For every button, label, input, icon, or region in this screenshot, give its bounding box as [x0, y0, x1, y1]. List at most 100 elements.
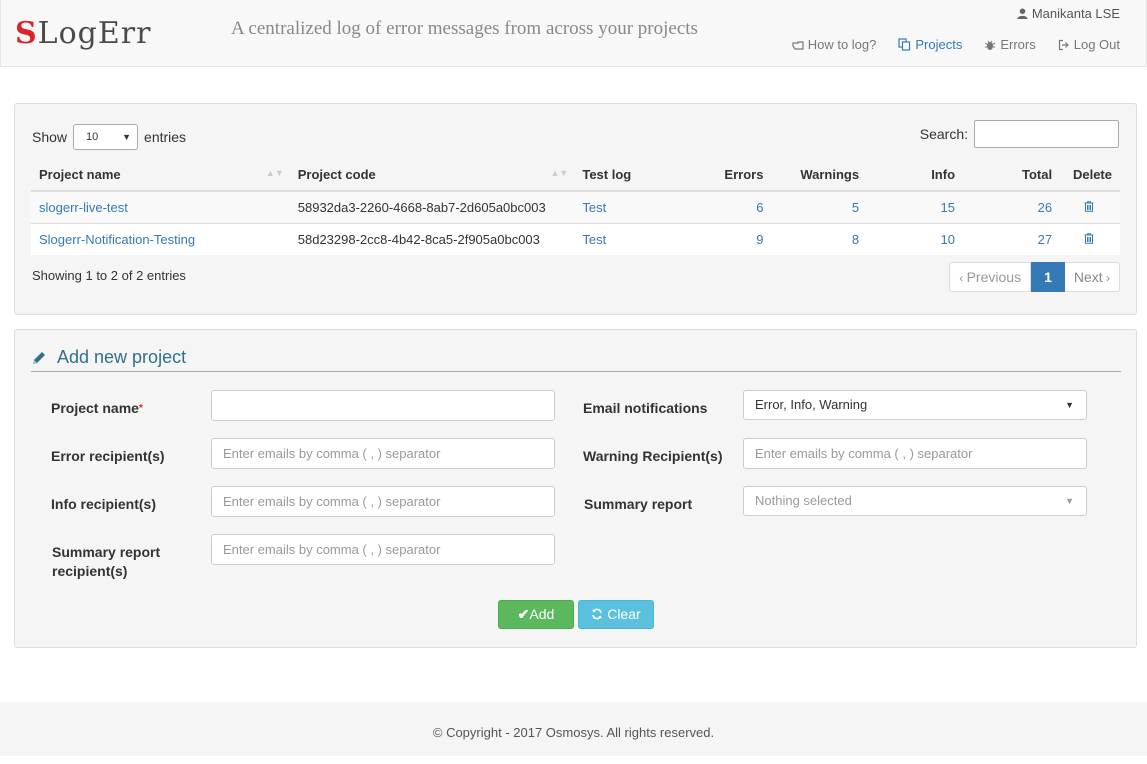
col-project-name[interactable]: Project name ▲▼ — [31, 158, 290, 192]
col-warnings-label: Warnings — [800, 166, 860, 182]
project-name-link[interactable]: Slogerr-Notification-Testing — [39, 232, 195, 247]
info-count-link[interactable]: 15 — [941, 200, 955, 215]
search-label: Search: — [919, 126, 968, 142]
col-errors-label: Errors — [724, 166, 764, 182]
top-navbar: SLogErr A centralized log of error messa… — [0, 0, 1147, 67]
nav-errors[interactable]: Errors — [984, 37, 1036, 52]
nav-logout[interactable]: Log Out — [1058, 37, 1120, 52]
nav-errors-label: Errors — [1000, 37, 1036, 52]
project-name-link[interactable]: slogerr-live-test — [39, 200, 128, 215]
table-row: Slogerr-Notification-Testing 58d23298-2c… — [31, 223, 1120, 255]
project-name-label-text: Project name — [51, 400, 139, 416]
show-label: Show — [32, 129, 68, 145]
col-warnings[interactable]: Warnings — [771, 158, 868, 192]
summary-recipients-label-line2: recipient(s) — [52, 563, 128, 579]
nav-how-to-log-label: How to log? — [807, 37, 877, 52]
info-count-link[interactable]: 10 — [941, 232, 955, 247]
pencil-icon — [33, 352, 45, 364]
warning-recipients-input[interactable]: Enter emails by comma ( , ) separator — [743, 438, 1087, 469]
sort-icon: ▲▼ — [550, 168, 569, 178]
email-notifications-value: Error, Info, Warning — [755, 397, 868, 412]
total-count-link[interactable]: 27 — [1038, 232, 1052, 247]
nav-projects[interactable]: Projects — [898, 37, 962, 52]
trash-icon[interactable] — [1084, 201, 1094, 212]
warnings-count-link[interactable]: 8 — [852, 232, 859, 247]
col-delete-label: Delete — [1072, 166, 1112, 182]
previous-button[interactable]: ‹ Previous — [949, 262, 1032, 292]
add-button-label: Add — [529, 606, 555, 622]
project-name-label: Project name* — [51, 399, 143, 418]
trash-icon[interactable] — [1084, 233, 1094, 244]
entries-label: entries — [144, 129, 187, 145]
col-errors[interactable]: Errors — [664, 158, 772, 192]
col-project-code-label: Project code — [297, 166, 376, 182]
page-length-value: 10 — [86, 131, 99, 143]
nav-how-to-log[interactable]: How to log? — [792, 37, 877, 52]
info-recipients-input[interactable]: Enter emails by comma ( , ) separator — [211, 486, 555, 517]
summary-report-select[interactable]: Nothing selected ▼ — [743, 486, 1087, 516]
logo-text: LogErr — [37, 16, 152, 51]
page-length-control: Show 10 ▼ entries — [32, 124, 186, 150]
copyright-text: © Copyright - 2017 Osmosys. All rights r… — [432, 725, 715, 740]
previous-label: Previous — [966, 269, 1022, 285]
page-1-button[interactable]: 1 — [1031, 262, 1065, 292]
project-code: 58932da3-2260-4668-8ab7-2d605a0bc003 — [289, 190, 575, 224]
main-nav: How to log? Projects Errors Log Out — [770, 37, 1120, 52]
tagline: A centralized log of error messages from… — [231, 18, 698, 39]
panel-title: Add new project — [31, 347, 1121, 372]
email-notifications-select[interactable]: Error, Info, Warning ▼ — [743, 390, 1087, 420]
test-log-link[interactable]: Test — [582, 232, 606, 247]
col-total[interactable]: Total — [963, 158, 1061, 192]
clear-button[interactable]: Clear — [578, 600, 654, 629]
col-delete: Delete — [1060, 158, 1120, 192]
summary-recipients-input[interactable]: Enter emails by comma ( , ) separator — [211, 534, 555, 565]
col-project-code[interactable]: Project code ▲▼ — [289, 158, 575, 192]
bug-icon — [985, 40, 996, 50]
footer: © Copyright - 2017 Osmosys. All rights r… — [0, 702, 1147, 756]
sort-icon: ▲▼ — [265, 168, 284, 178]
test-log-link[interactable]: Test — [582, 200, 606, 215]
warnings-count-link[interactable]: 5 — [852, 200, 859, 215]
summary-report-label: Summary report — [584, 496, 693, 512]
col-project-name-label: Project name — [39, 166, 121, 182]
next-label: Next — [1073, 269, 1103, 285]
pagination: ‹ Previous 1 Next › — [949, 262, 1120, 292]
email-notifications-label: Email notifications — [583, 400, 708, 416]
error-recipients-input[interactable]: Enter emails by comma ( , ) separator — [211, 438, 555, 469]
project-name-input[interactable] — [211, 390, 555, 421]
table-row: slogerr-live-test 58932da3-2260-4668-8ab… — [31, 190, 1120, 224]
summary-report-value: Nothing selected — [755, 493, 852, 508]
errors-count-link[interactable]: 6 — [756, 200, 763, 215]
nav-projects-label: Projects — [915, 37, 963, 52]
warning-recipients-label: Warning Recipient(s) — [583, 448, 723, 464]
required-mark: * — [138, 403, 143, 414]
summary-recipients-label: Summary report recipient(s) — [52, 543, 160, 581]
col-total-label: Total — [1021, 166, 1053, 182]
user-icon — [1017, 8, 1028, 19]
errors-count-link[interactable]: 9 — [756, 232, 763, 247]
page-length-select[interactable]: 10 ▼ — [73, 124, 139, 150]
panel-title-text: Add new project — [57, 347, 187, 367]
chevron-down-icon: ▼ — [1065, 400, 1074, 410]
table-header-row: Project name ▲▼ Project code ▲▼ Test log E… — [31, 158, 1120, 192]
projects-table-panel: Show 10 ▼ entries Search: Project name ▲▼… — [14, 103, 1137, 315]
total-count-link[interactable]: 26 — [1038, 200, 1052, 215]
info-recipients-label: Info recipient(s) — [51, 496, 157, 512]
next-button[interactable]: Next › — [1064, 262, 1120, 292]
refresh-icon — [592, 608, 603, 620]
copy-icon — [898, 38, 911, 51]
add-button[interactable]: ✔Add — [498, 600, 574, 629]
sign-out-icon — [1058, 39, 1069, 50]
hand-pointer-icon — [792, 40, 804, 50]
summary-recipients-label-line1: Summary report — [52, 544, 161, 560]
table-info: Showing 1 to 2 of 2 entries — [32, 268, 186, 283]
col-info-label: Info — [931, 166, 956, 182]
user-menu[interactable]: Manikanta LSE — [1017, 6, 1120, 21]
project-code: 58d23298-2cc8-4b42-8ca5-2f905a0bc003 — [289, 223, 575, 255]
table-search: Search: — [920, 120, 1119, 148]
app-logo[interactable]: SLogErr — [15, 16, 151, 52]
search-input[interactable] — [974, 120, 1119, 148]
clear-button-label: Clear — [607, 606, 641, 622]
col-info[interactable]: Info — [867, 158, 964, 192]
error-recipients-label: Error recipient(s) — [51, 448, 165, 464]
